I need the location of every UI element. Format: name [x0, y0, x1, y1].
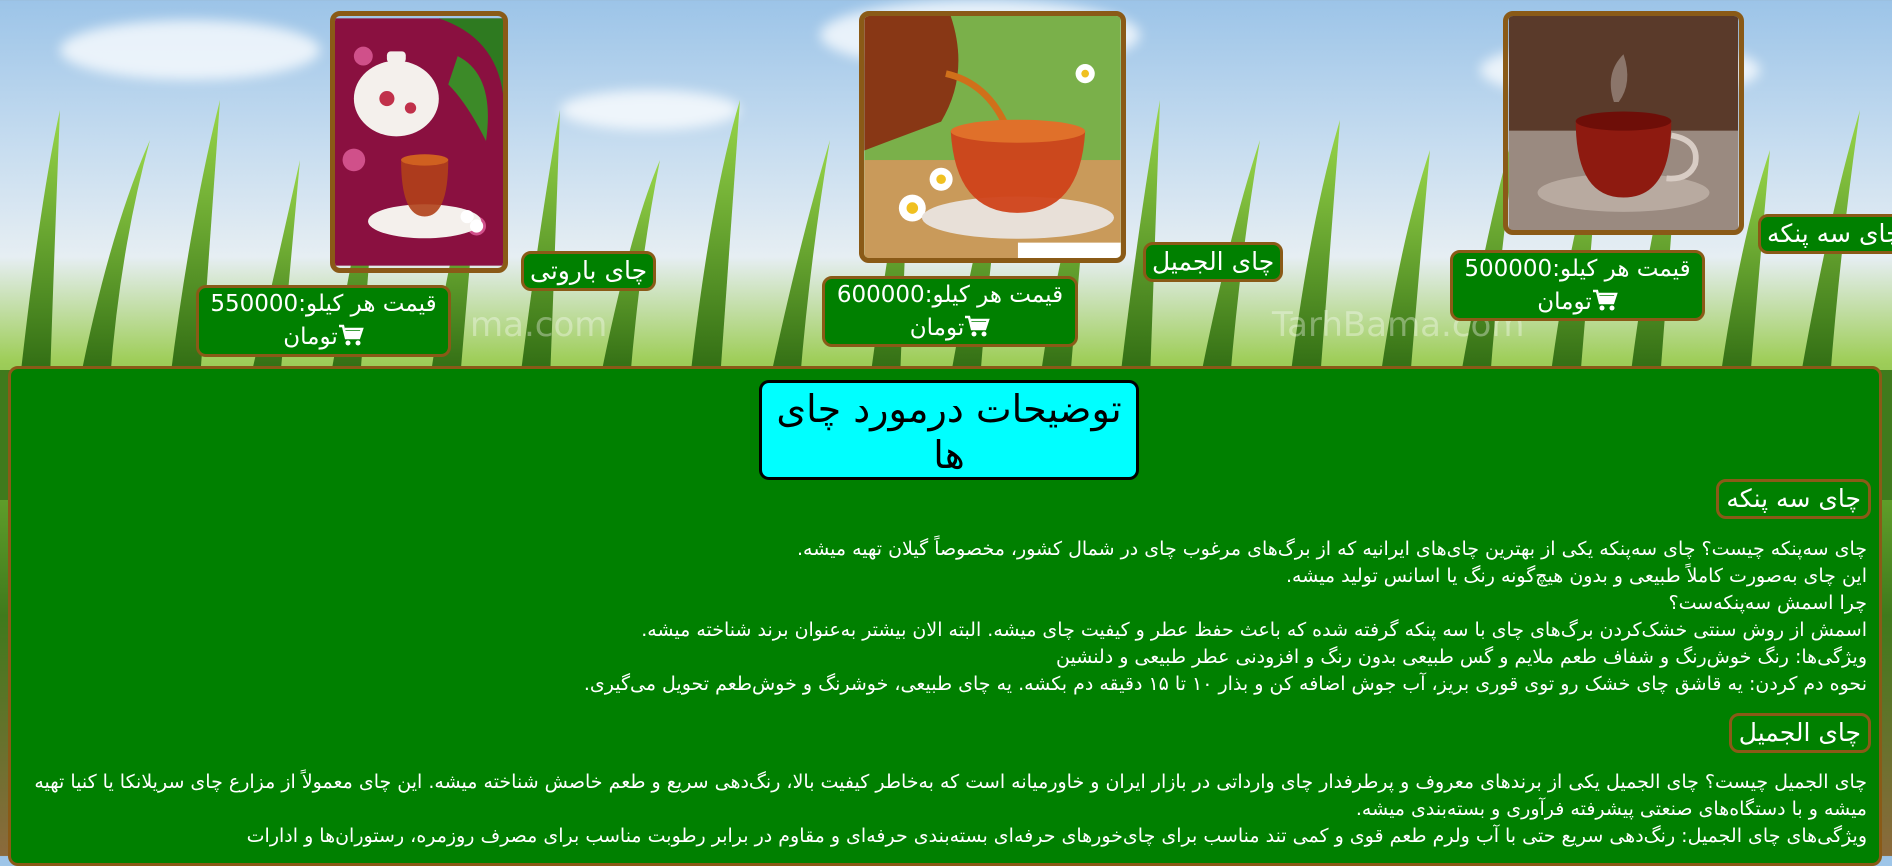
price-box-se-panke[interactable]: قیمت هر کیلو:500000 تومان: [1450, 250, 1705, 321]
section-text-se-panke: چای سه‌پنکه چیست؟ چای سه‌پنکه یکی از بهت…: [584, 536, 1867, 698]
watermark-text: ma.com: [470, 305, 608, 345]
section-heading-aljamil: چای الجمیل: [1728, 713, 1871, 753]
cart-icon[interactable]: [338, 324, 364, 348]
product-name-baruti[interactable]: چای باروتی: [521, 251, 657, 291]
paragraph-line: چای سه‌پنکه چیست؟ چای سه‌پنکه یکی از بهت…: [796, 538, 1867, 560]
product-image-aljamil[interactable]: [859, 11, 1126, 263]
tea-pouring-photo-icon: [864, 16, 1121, 258]
paragraph-line: نحوه دم کردن: یه قاشق چای خشک رو توی قور…: [583, 673, 1867, 695]
price-label: قیمت هر کیلو:600000: [836, 282, 1064, 308]
teapot-photo-icon: [335, 18, 503, 266]
description-panel: توضیحات درمورد چای ها چای سه پنکه چای سه…: [8, 366, 1882, 866]
product-image-baruti[interactable]: [330, 11, 508, 273]
cart-icon[interactable]: [964, 315, 990, 339]
tea-cup-photo-icon: [1508, 16, 1739, 230]
currency-label: تومان: [283, 324, 338, 350]
paragraph-line: چای الجمیل چیست؟ چای الجمیل یکی از برنده…: [34, 771, 1867, 820]
paragraph-line: چرا اسمش سه‌پنکه‌ست؟: [1668, 592, 1867, 614]
section-text-aljamil: چای الجمیل چیست؟ چای الجمیل یکی از برنده…: [33, 769, 1867, 850]
paragraph-line: اسمش از روش سنتی خشک‌کردن برگ‌های چای با…: [641, 619, 1867, 641]
paragraph-line: ویژگی‌های چای الجمیل: رنگ‌دهی سریع حتی ب…: [246, 825, 1867, 847]
paragraph-line: این چای به‌صورت کاملاً طبیعی و بدون هیچ‌…: [1286, 565, 1867, 587]
cart-icon[interactable]: [1592, 289, 1618, 313]
price-box-baruti[interactable]: قیمت هر کیلو:550000 تومان: [196, 285, 451, 357]
product-image-se-panke[interactable]: [1503, 11, 1744, 235]
product-name-aljamil[interactable]: چای الجمیل: [1143, 242, 1284, 282]
currency-label: تومان: [1537, 289, 1592, 315]
currency-label: تومان: [909, 315, 965, 341]
price-label: قیمت هر کیلو:550000: [210, 291, 437, 317]
description-title: توضیحات درمورد چای ها: [759, 380, 1139, 480]
paragraph-line: ویژگی‌ها: رنگ خوش‌رنگ و شفاف طعم ملایم و…: [1056, 646, 1867, 668]
price-label: قیمت هر کیلو:500000: [1464, 256, 1691, 282]
price-box-aljamil[interactable]: قیمت هر کیلو:600000 تومان: [822, 276, 1078, 347]
product-name-se-panke[interactable]: چای سه پنکه: [1758, 214, 1892, 254]
section-heading-se-panke: چای سه پنکه: [1716, 479, 1871, 519]
